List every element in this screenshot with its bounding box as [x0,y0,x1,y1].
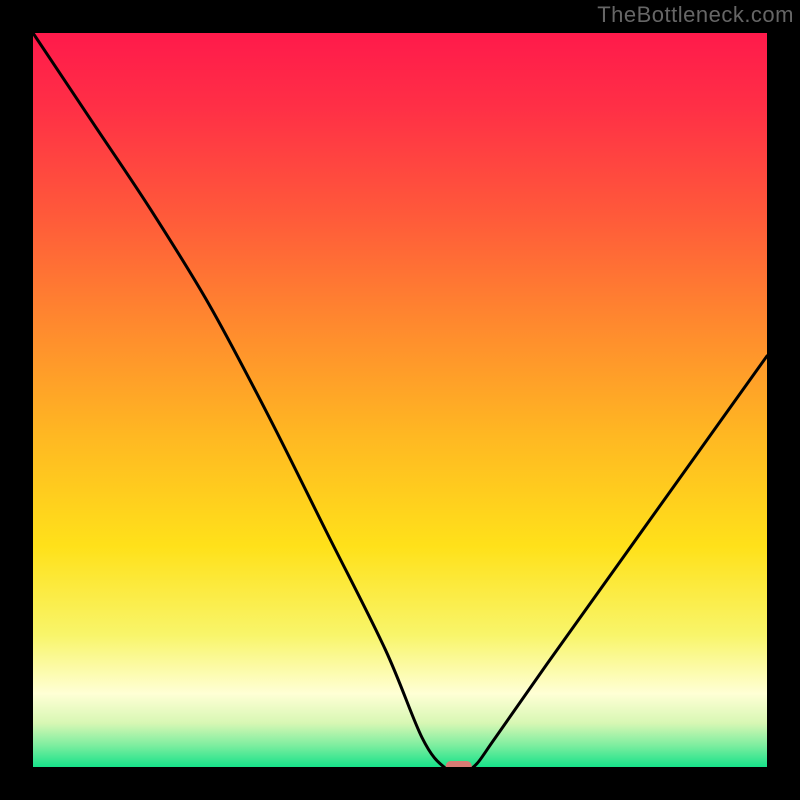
gradient-background [33,33,767,767]
optimum-marker [446,761,472,767]
plot-area [33,33,767,767]
chart-frame: TheBottleneck.com [0,0,800,800]
watermark-text: TheBottleneck.com [597,2,794,28]
bottleneck-chart [33,33,767,767]
